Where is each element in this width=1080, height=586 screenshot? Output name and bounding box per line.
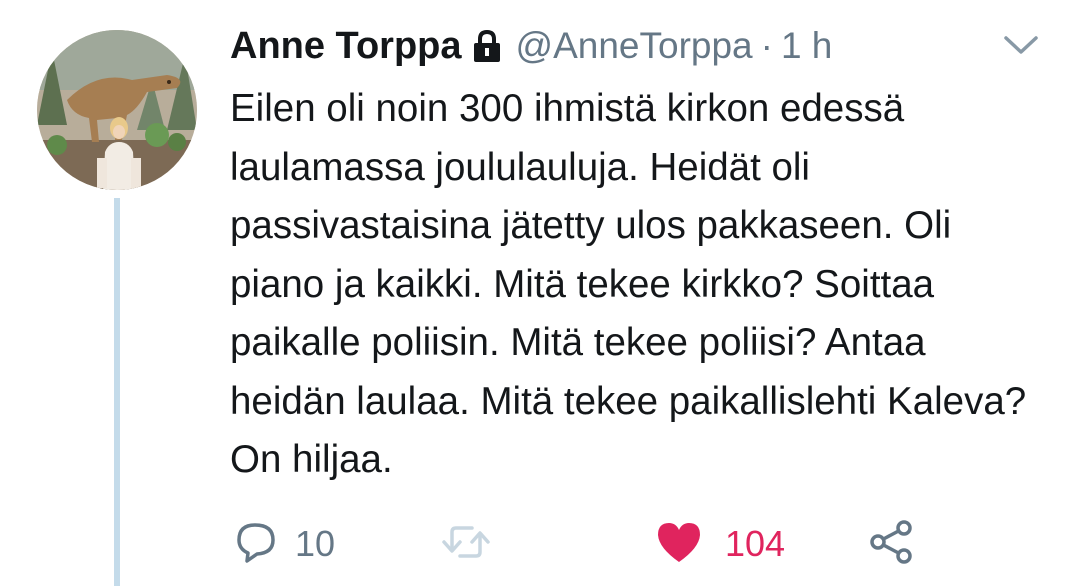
retweet-icon — [440, 520, 492, 569]
handle[interactable]: @AnneTorppa — [516, 25, 753, 67]
share-icon — [867, 518, 915, 571]
lock-icon — [472, 29, 502, 63]
chevron-down-icon[interactable] — [1002, 30, 1040, 60]
avatar-image — [37, 30, 197, 190]
reply-icon — [235, 520, 279, 569]
share-button[interactable] — [867, 512, 915, 576]
heart-icon — [655, 520, 703, 569]
avatar[interactable] — [37, 30, 197, 190]
display-name[interactable]: Anne Torppa — [230, 25, 462, 68]
reply-button[interactable]: 10 — [235, 512, 335, 576]
tweet-header: Anne Torppa @AnneTorppa · 1 h — [230, 20, 832, 72]
separator-dot: · — [760, 25, 773, 66]
tweet-text: Eilen oli noin 300 ihmistä kirkon edessä… — [230, 87, 1027, 481]
retweet-button[interactable] — [440, 512, 492, 576]
reply-count: 10 — [295, 523, 336, 564]
tweet: Anne Torppa @AnneTorppa · 1 h Eilen oli … — [0, 0, 1080, 586]
tweet-actions: 10 104 — [230, 512, 930, 576]
timestamp[interactable]: 1 h — [781, 25, 832, 67]
like-button[interactable]: 104 — [655, 512, 785, 576]
like-count: 104 — [725, 523, 786, 564]
thread-line — [114, 198, 120, 586]
